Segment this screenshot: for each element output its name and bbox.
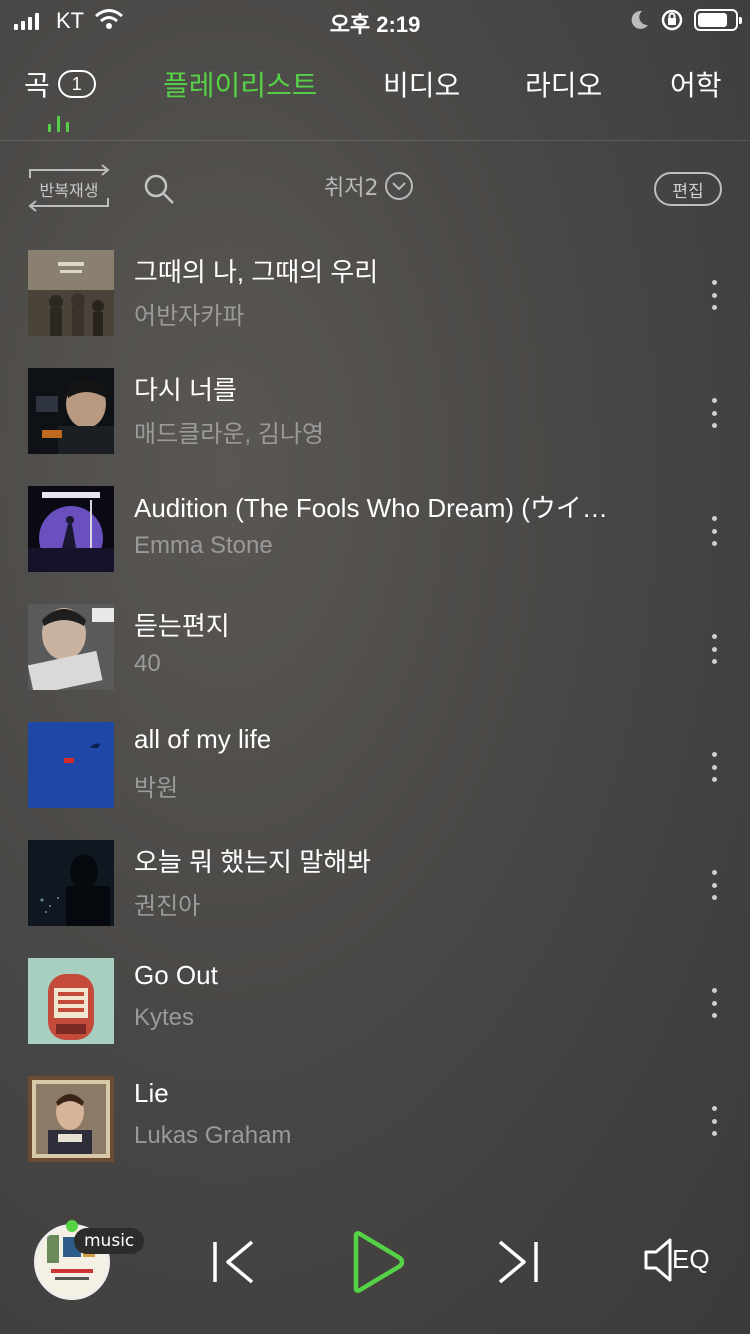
more-options-icon[interactable] (704, 870, 724, 900)
album-art (28, 604, 114, 690)
divider (0, 140, 750, 141)
playlist-selector[interactable]: 취저2 (324, 170, 414, 202)
track-row[interactable]: 그때의 나, 그때의 우리 어반자카파 (0, 250, 750, 336)
track-artist: Lukas Graham (134, 1122, 292, 1149)
album-art (28, 486, 114, 572)
more-options-icon[interactable] (704, 752, 724, 782)
track-title: Audition (The Fools Who Dream) (ウイ… (134, 493, 608, 523)
track-row[interactable]: Audition (The Fools Who Dream) (ウイ… Emma… (0, 486, 750, 572)
album-art (28, 250, 114, 336)
moon-icon (631, 10, 648, 29)
play-icon[interactable] (348, 1230, 408, 1294)
track-title: 그때의 나, 그때의 우리 (134, 257, 379, 287)
track-artist: 권진아 (134, 893, 201, 920)
track-row[interactable]: 오늘 뭐 했는지 말해봐 권진아 (0, 840, 750, 926)
track-artist: Emma Stone (134, 532, 273, 559)
song-count-badge: 1 (57, 70, 96, 98)
next-track-icon[interactable] (496, 1240, 540, 1284)
repeat-label: 반복재생 (39, 181, 99, 200)
album-art (28, 722, 114, 808)
album-art (28, 368, 114, 454)
edit-button[interactable]: 편집 (654, 172, 722, 206)
rotation-lock-icon (661, 9, 683, 31)
music-badge: music (74, 1228, 145, 1254)
more-options-icon[interactable] (704, 1106, 724, 1136)
album-art (28, 1076, 114, 1162)
album-art (28, 958, 114, 1044)
track-artist: 40 (134, 650, 161, 677)
track-title: Go Out (134, 960, 218, 990)
now-playing-eq-icon (48, 114, 69, 132)
more-options-icon[interactable] (704, 634, 724, 664)
track-title: all of my life (134, 724, 272, 754)
search-icon[interactable] (142, 172, 176, 206)
top-tabs: 곡 1 플레이리스트 비디오 라디오 어학 (0, 64, 750, 114)
track-row[interactable]: Go Out Kytes (0, 958, 750, 1044)
album-art (28, 840, 114, 926)
track-title: 듣는편지 (134, 611, 230, 641)
tab-playlist[interactable]: 플레이리스트 (163, 64, 318, 104)
eq-button[interactable]: EQ (644, 1236, 714, 1284)
tab-language[interactable]: 어학 (670, 64, 722, 104)
repeat-button[interactable]: 반복재생 (26, 164, 112, 212)
more-options-icon[interactable] (704, 988, 724, 1018)
previous-track-icon[interactable] (212, 1240, 256, 1284)
eq-label: EQ (672, 1244, 710, 1274)
track-artist: 어반자카파 (134, 303, 245, 330)
mini-player: music EQ (0, 1190, 750, 1334)
track-artist: 매드클라운, 김나영 (134, 421, 324, 448)
playlist-toolbar: 반복재생 취저2 편집 (0, 160, 750, 216)
tab-radio[interactable]: 라디오 (525, 64, 602, 104)
track-row[interactable]: 듣는편지 40 (0, 604, 750, 690)
playlist-name: 취저2 (324, 176, 379, 201)
tab-video[interactable]: 비디오 (383, 64, 460, 104)
speaker-icon (644, 1238, 672, 1282)
track-artist: 박원 (134, 775, 179, 802)
track-artist: Kytes (134, 1004, 195, 1031)
tab-songs-label: 곡 (24, 70, 50, 101)
more-options-icon[interactable] (704, 280, 724, 310)
tab-songs[interactable]: 곡 1 (24, 64, 96, 104)
more-options-icon[interactable] (704, 516, 724, 546)
status-bar: KT 오후 2:19 (0, 0, 750, 40)
battery-icon (694, 9, 742, 31)
chevron-down-icon (385, 172, 414, 200)
track-title: 다시 너를 (134, 375, 237, 405)
track-row[interactable]: 다시 너를 매드클라운, 김나영 (0, 368, 750, 454)
track-row[interactable]: Lie Lukas Graham (0, 1076, 750, 1162)
more-options-icon[interactable] (704, 398, 724, 428)
track-row[interactable]: all of my life 박원 (0, 722, 750, 808)
live-indicator (66, 1220, 78, 1232)
track-title: Lie (134, 1078, 169, 1108)
track-title: 오늘 뭐 했는지 말해봐 (134, 847, 371, 877)
